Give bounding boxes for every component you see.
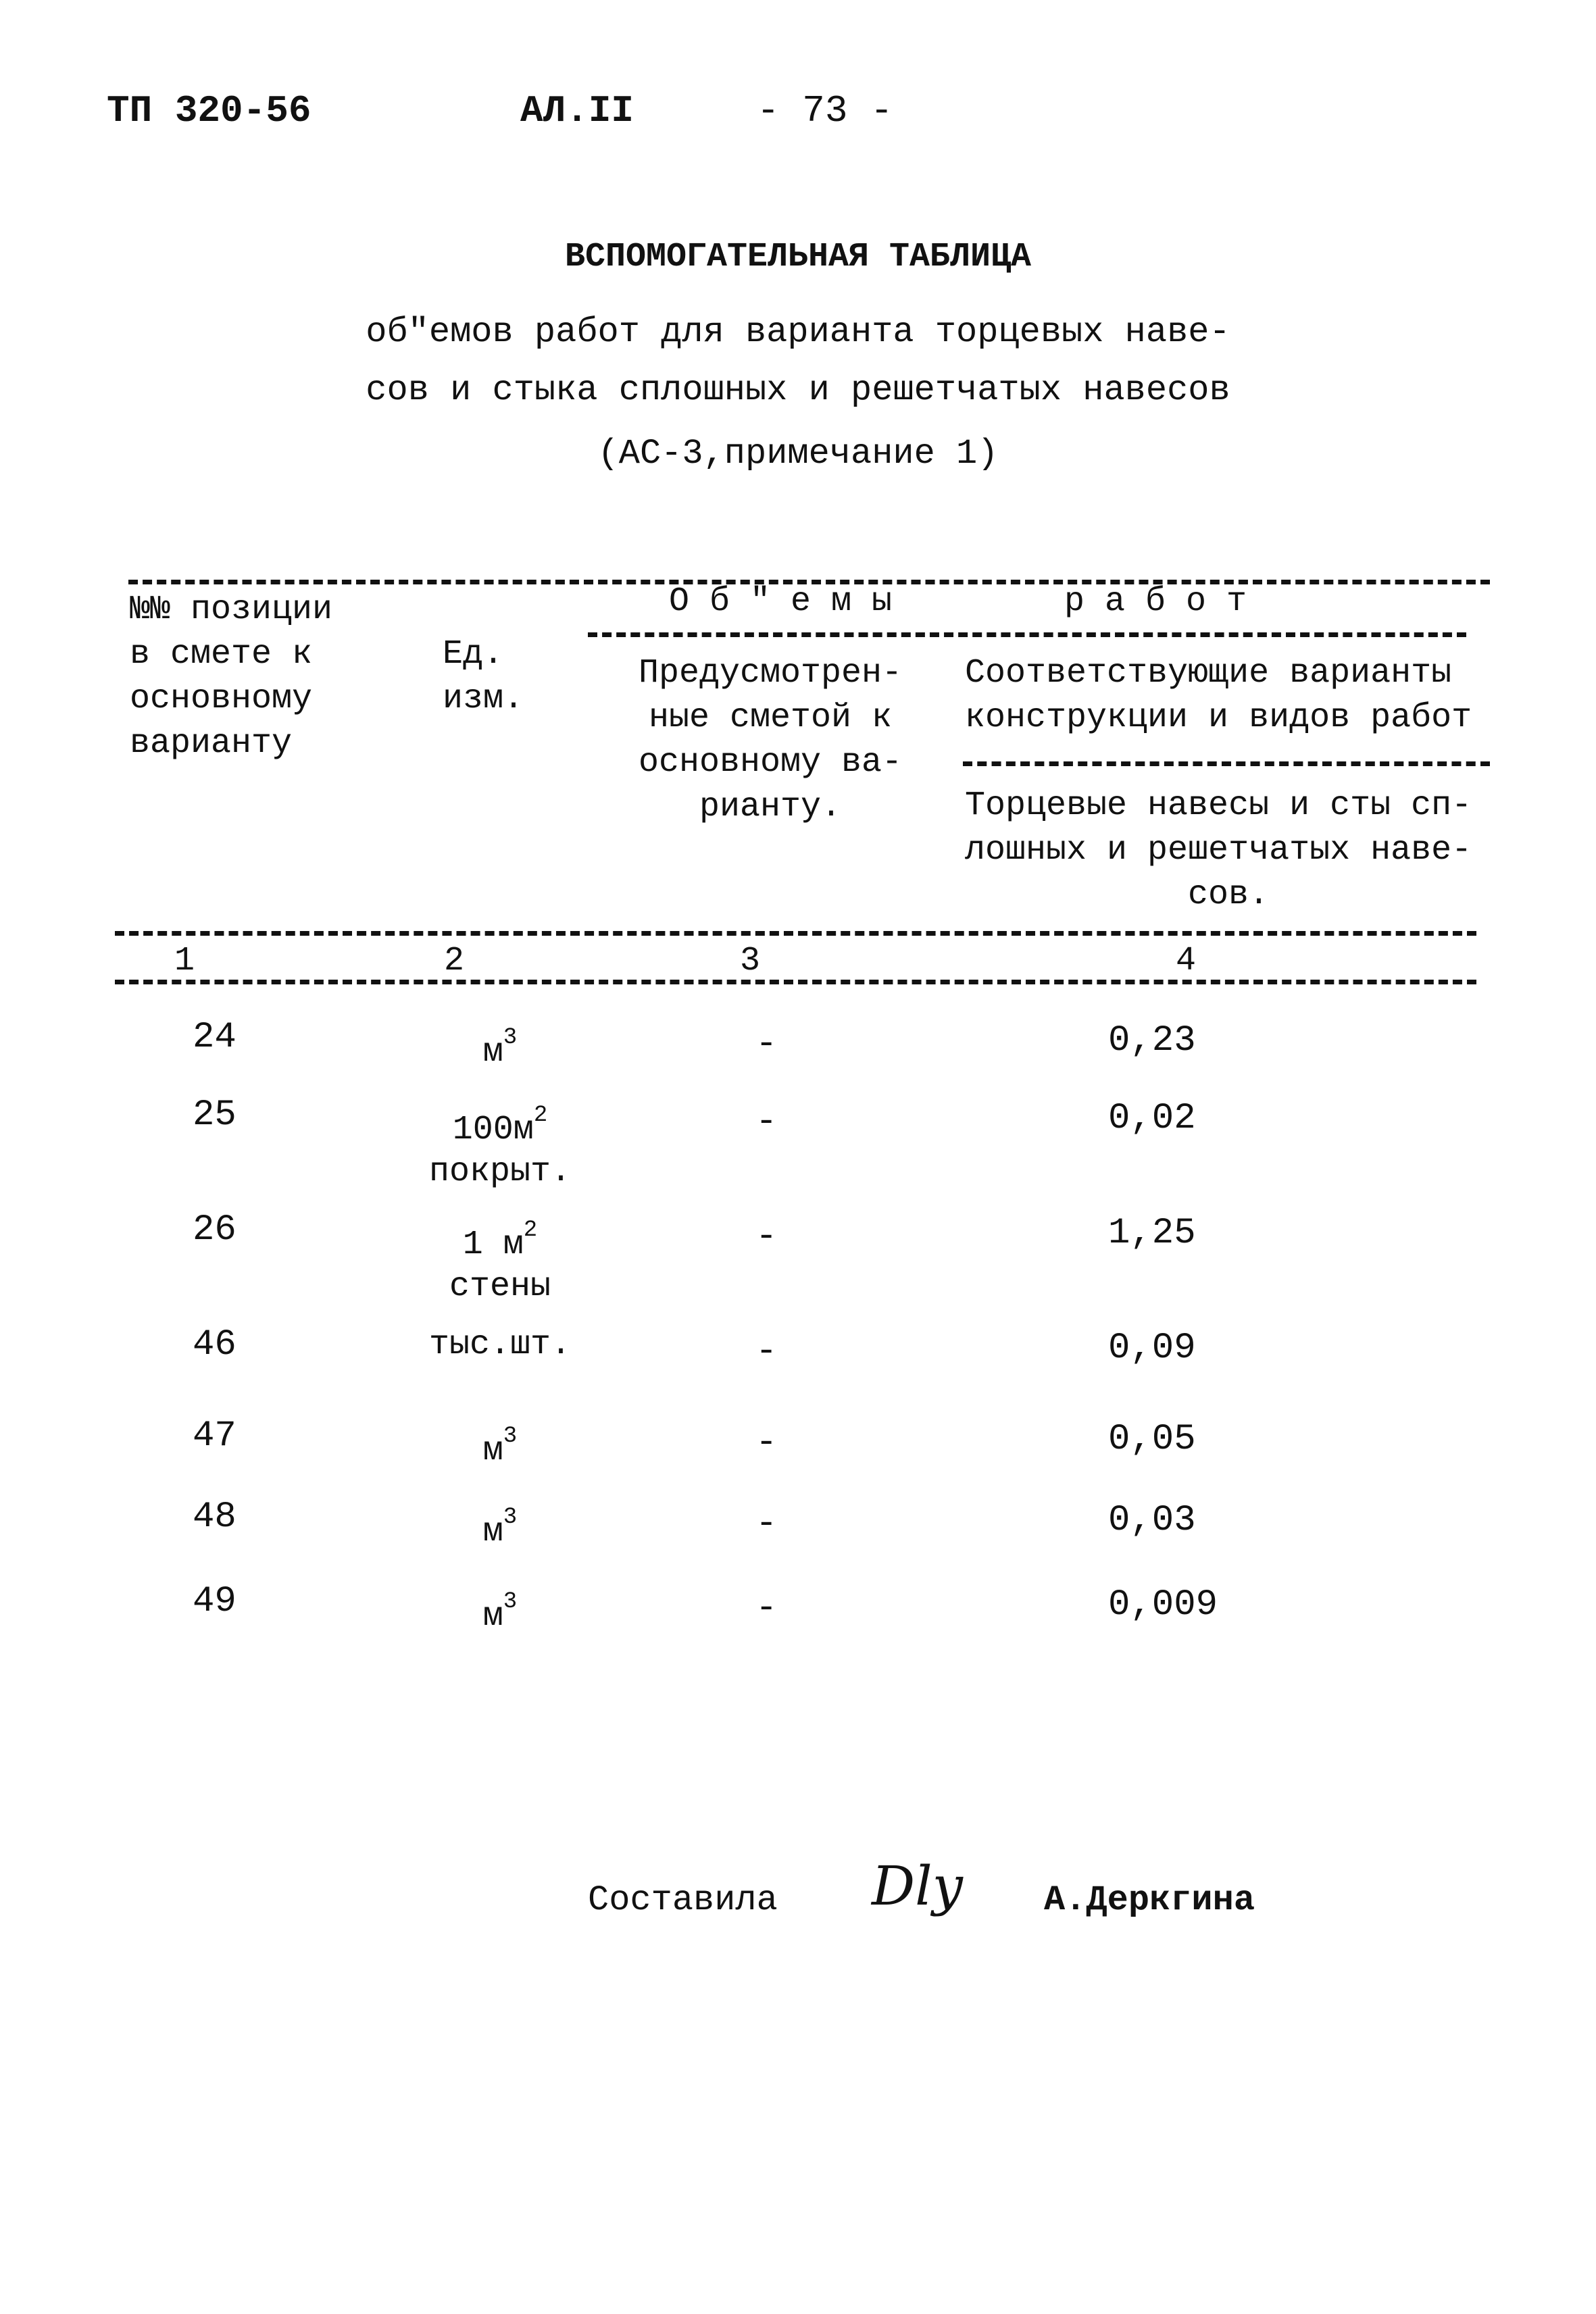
- row-position: 47: [193, 1415, 236, 1457]
- compiled-by-label: Составила: [588, 1880, 778, 1920]
- row-unit: м3: [378, 1496, 622, 1553]
- row-position: 49: [193, 1581, 236, 1622]
- col4-group-header: Соответствующие варианты конструкции и в…: [965, 651, 1472, 740]
- row-unit-exponent: 3: [503, 1025, 518, 1051]
- row-value: 0,09: [1108, 1328, 1196, 1369]
- row-value: 0,009: [1108, 1584, 1218, 1626]
- group-header-works: р а б о т: [1064, 582, 1247, 621]
- col4-group-header-line: Соответствующие варианты: [965, 654, 1452, 693]
- page-number: - 73 -: [757, 89, 893, 132]
- signature: Dly: [872, 1855, 963, 1917]
- row-position: 48: [193, 1496, 236, 1538]
- row-unit: 100м2 покрыт.: [378, 1095, 622, 1193]
- subtitle-line-1: об"емов работ для варианта торцевых наве…: [366, 312, 1230, 352]
- col4-header-line: лошных и решетчатых наве-: [965, 831, 1472, 870]
- album-number: АЛ.II: [520, 89, 634, 132]
- row-unit-main: м3: [482, 1025, 518, 1072]
- row-position: 25: [193, 1095, 236, 1136]
- row-unit-exponent: 3: [503, 1424, 518, 1449]
- group-header-volumes: О б " е м ы: [669, 582, 893, 621]
- row-unit-qualifier: стены: [449, 1267, 551, 1306]
- col2-header-line: изм.: [443, 680, 524, 718]
- row-planned: -: [755, 1503, 778, 1544]
- row-position: 24: [193, 1017, 236, 1058]
- row-unit: м3: [378, 1017, 622, 1074]
- col3-header-line: Предусмотрен-: [638, 654, 903, 693]
- column-number-4: 4: [1176, 942, 1197, 980]
- row-unit: тыс.шт.: [378, 1324, 622, 1366]
- subtitle-line-3: (АС-3,примечание 1): [597, 434, 999, 474]
- row-planned: -: [755, 1331, 778, 1372]
- col4-group-header-line: конструкции и видов работ: [965, 699, 1472, 737]
- row-planned: -: [755, 1588, 778, 1629]
- row-position: 46: [193, 1324, 236, 1365]
- row-unit: м3: [378, 1581, 622, 1638]
- col3-header-line: основному ва-: [638, 743, 903, 782]
- row-unit-main: тыс.шт.: [428, 1326, 572, 1364]
- column-number-2: 2: [444, 942, 465, 980]
- row-value: 0,23: [1108, 1020, 1196, 1061]
- row-unit-exponent: 3: [503, 1589, 518, 1615]
- row-planned: -: [755, 1422, 778, 1463]
- row-unit-exponent: 3: [503, 1505, 518, 1530]
- col2-header: Ед. изм.: [443, 632, 524, 722]
- row-value: 1,25: [1108, 1213, 1196, 1254]
- row-value: 0,02: [1108, 1098, 1196, 1139]
- author-name: А.Деркгина: [1044, 1880, 1255, 1920]
- row-unit-exponent: 2: [533, 1103, 548, 1128]
- group-header-rule: [588, 632, 1466, 637]
- col2-header-line: Ед.: [443, 635, 504, 674]
- row-unit-main: м3: [482, 1589, 518, 1636]
- col4-header-line: сов.: [1188, 876, 1270, 914]
- column-numbers-rule: [115, 980, 1476, 984]
- row-unit-qualifier: покрыт.: [428, 1153, 572, 1191]
- row-unit: 1 м2 стены: [378, 1209, 622, 1308]
- row-unit: м3: [378, 1415, 622, 1472]
- row-position: 26: [193, 1209, 236, 1251]
- col4-header: Торцевые навесы и сты сп- лошных и решет…: [965, 784, 1492, 917]
- row-planned: -: [755, 1101, 778, 1142]
- col1-header: №№ позиции в смете к основному варианту: [130, 588, 332, 766]
- column-number-1: 1: [174, 942, 195, 980]
- col4-header-line: Торцевые навесы и сты сп-: [965, 786, 1472, 825]
- col3-header-line: ные сметой к: [648, 699, 893, 737]
- col1-header-line: основному: [130, 680, 313, 718]
- row-unit-main: м3: [482, 1505, 518, 1551]
- row-unit-main: 100м2: [452, 1103, 548, 1149]
- row-value: 0,05: [1108, 1419, 1196, 1460]
- row-planned: -: [755, 1216, 778, 1257]
- row-planned: -: [755, 1024, 778, 1065]
- row-value: 0,03: [1108, 1500, 1196, 1541]
- subgroup-rule: [963, 761, 1490, 766]
- col1-header-line: в смете к: [130, 635, 313, 674]
- column-number-3: 3: [740, 942, 761, 980]
- row-unit-main: 1 м2: [462, 1217, 538, 1264]
- row-unit-exponent: 2: [523, 1217, 538, 1243]
- row-unit-main: м3: [482, 1424, 518, 1470]
- col1-header-line: варианту: [130, 724, 293, 763]
- document-code: ТП 320-56: [107, 89, 311, 132]
- col3-header: Предусмотрен- ные сметой к основному ва-…: [628, 651, 912, 830]
- col1-header-line: №№ позиции: [130, 590, 333, 629]
- subtitle-line-2: сов и стыка сплошных и решетчатых навесо…: [366, 370, 1230, 410]
- header-bottom-rule: [115, 931, 1476, 936]
- document-title: ВСПОМОГАТЕЛЬНАЯ ТАБЛИЦА: [564, 238, 1032, 276]
- col3-header-line: рианту.: [699, 788, 842, 826]
